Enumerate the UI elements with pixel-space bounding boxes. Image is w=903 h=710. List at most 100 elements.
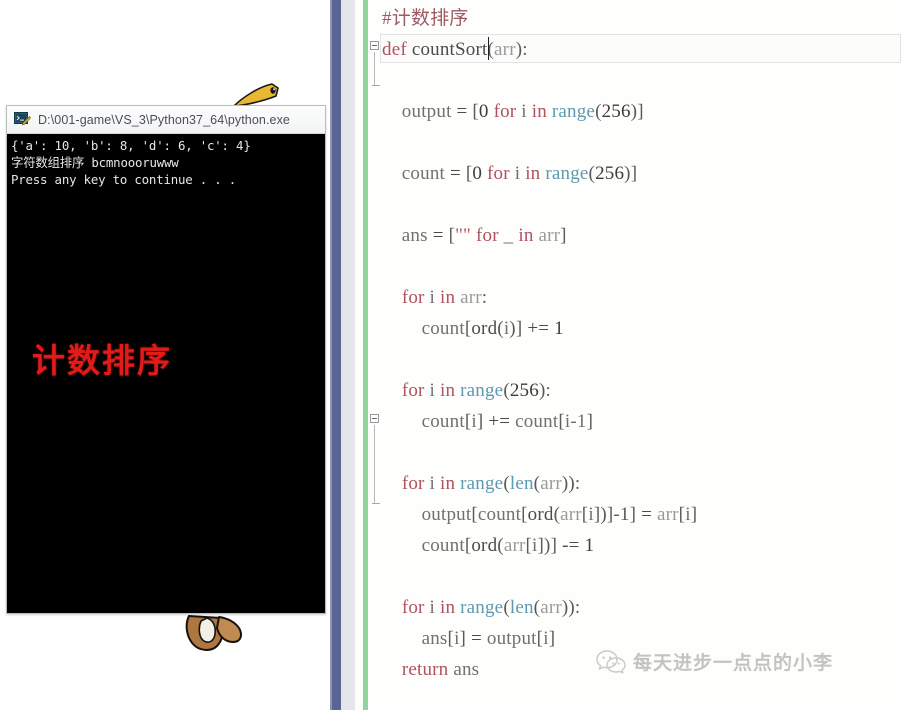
fold-toggle-icon[interactable]: [370, 414, 379, 423]
code-token: count: [477, 504, 522, 525]
code-token: )]: [624, 163, 638, 184]
code-token: )]: [509, 318, 528, 339]
code-token: len: [509, 473, 534, 494]
code-token: =: [456, 101, 473, 122]
code-line[interactable]: [382, 344, 903, 375]
code-token: in: [439, 287, 456, 308]
code-token: )):: [561, 473, 581, 494]
code-token: 256: [601, 101, 631, 122]
text-caret: [488, 37, 489, 60]
panel-divider-blue[interactable]: [330, 0, 341, 710]
code-token: #计数排序: [382, 8, 469, 29]
code-token: 1: [584, 535, 595, 556]
code-token: i: [424, 287, 440, 308]
editor-margin-strip: [355, 0, 363, 710]
code-line[interactable]: count[ord(arr[i])] -= 1: [382, 530, 903, 561]
code-token: in: [518, 225, 534, 246]
console-window[interactable]: D:\001-game\VS_3\Python37_64\python.exe …: [6, 105, 326, 614]
code-line[interactable]: count = [0 for i in range(256)]: [382, 158, 903, 189]
code-text-area[interactable]: #计数排序 def countSort(arr): output = [0 for…: [382, 0, 903, 710]
code-token: 256: [595, 163, 625, 184]
screenshot-root: D:\001-game\VS_3\Python37_64\python.exe …: [0, 0, 903, 710]
code-token: count: [382, 318, 465, 339]
console-line: Press any key to continue . . .: [11, 172, 237, 187]
code-token: in: [439, 380, 456, 401]
code-token: =: [641, 504, 657, 525]
code-line[interactable]: [382, 561, 903, 592]
code-line[interactable]: [382, 65, 903, 96]
code-line[interactable]: output = [0 for i in range(256)]: [382, 96, 903, 127]
code-token: i-1: [564, 411, 587, 432]
console-title-text: D:\001-game\VS_3\Python37_64\python.exe: [38, 112, 290, 127]
code-token: ans: [448, 659, 480, 680]
code-token: ]: [476, 411, 489, 432]
code-token: arr: [538, 225, 561, 246]
code-token: for: [475, 225, 499, 246]
code-line[interactable]: def countSort(arr):: [382, 34, 903, 65]
code-line[interactable]: count[ord(i)] += 1: [382, 313, 903, 344]
code-token: for: [493, 101, 517, 122]
console-banner-text: 计数排序: [32, 341, 172, 380]
code-line[interactable]: #计数排序: [382, 3, 903, 34]
code-line[interactable]: for i in arr:: [382, 282, 903, 313]
code-line[interactable]: for i in range(len(arr)):: [382, 468, 903, 499]
code-line[interactable]: count[i] += count[i-1]: [382, 406, 903, 437]
code-token: arr: [540, 597, 562, 618]
code-token: 256: [509, 380, 539, 401]
code-line[interactable]: [382, 437, 903, 468]
code-token: i: [516, 101, 532, 122]
indent-guide: [374, 425, 375, 503]
code-token: for: [401, 380, 425, 401]
indent-guide: [374, 52, 375, 85]
code-token: i: [424, 380, 440, 401]
code-token: ])]: [537, 535, 563, 556]
code-line[interactable]: return ans: [382, 654, 903, 685]
code-token: +=: [527, 318, 555, 339]
code-line[interactable]: for i in range(len(arr)):: [382, 592, 903, 623]
code-token: count: [382, 163, 450, 184]
code-line[interactable]: [382, 127, 903, 158]
code-token: range: [545, 163, 589, 184]
code-line[interactable]: [382, 685, 903, 710]
code-line[interactable]: output[count[ord(arr[i])]-1] = arr[i]: [382, 499, 903, 530]
code-line[interactable]: [382, 189, 903, 220]
cartoon-paw-icon: [185, 615, 242, 651]
code-token: )):: [561, 597, 581, 618]
code-token: i: [424, 597, 440, 618]
code-token: ord: [471, 318, 498, 339]
console-titlebar[interactable]: D:\001-game\VS_3\Python37_64\python.exe: [7, 106, 325, 134]
code-token: "": [455, 225, 472, 246]
code-token: ):: [515, 39, 528, 60]
code-token: count: [515, 411, 559, 432]
code-editor-panel[interactable]: #计数排序 def countSort(arr): output = [0 for…: [363, 0, 903, 710]
code-token: ]: [560, 225, 567, 246]
code-token: def: [382, 39, 412, 60]
code-token: in: [525, 163, 541, 184]
code-token: =: [471, 628, 487, 649]
code-token: ):: [538, 380, 551, 401]
left-panel: D:\001-game\VS_3\Python37_64\python.exe …: [0, 0, 330, 710]
code-token: ord: [527, 504, 554, 525]
code-line[interactable]: ans[i] = output[i]: [382, 623, 903, 654]
fold-end-tick: [372, 503, 380, 504]
code-token: ]: [586, 411, 594, 432]
code-token: arr: [656, 504, 679, 525]
console-window-icon: [14, 112, 31, 126]
fold-toggle-icon[interactable]: [370, 41, 379, 50]
code-line[interactable]: ans = ["" for _ in arr]: [382, 220, 903, 251]
code-token: )]: [630, 101, 644, 122]
code-folding-gutter[interactable]: [368, 0, 382, 710]
editor-outer-gutter: [341, 0, 355, 710]
code-token: countSort: [411, 39, 488, 60]
console-output[interactable]: {'a': 10, 'b': 8, 'd': 6, 'c': 4} 字符数组排序…: [7, 134, 325, 613]
code-token: in: [531, 101, 547, 122]
code-token: range: [460, 473, 504, 494]
code-line[interactable]: for i in range(256):: [382, 375, 903, 406]
code-token: in: [439, 597, 456, 618]
code-token: count: [382, 411, 465, 432]
code-token: arr: [460, 287, 482, 308]
code-token: range: [460, 380, 504, 401]
code-line[interactable]: [382, 251, 903, 282]
